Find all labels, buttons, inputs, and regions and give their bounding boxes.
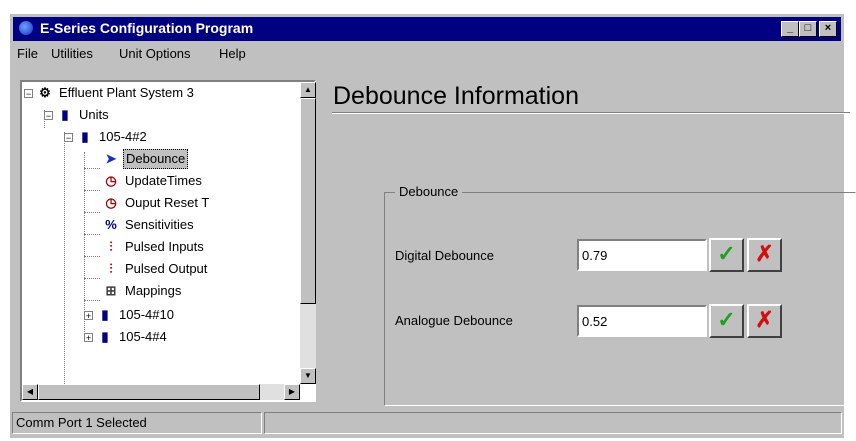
tree-horizontal-scrollbar[interactable]: ◀ ▶ [22,384,300,400]
menu-unit-options[interactable]: Unit Options [119,46,191,61]
collapse-units-icon[interactable]: − [44,111,53,121]
arrow-icon: ➤ [105,151,117,166]
tree-node-unit-105-4-4[interactable]: ▮ 105-4#4 [96,326,169,348]
app-icon [19,21,33,35]
collapse-unit1-icon[interactable]: − [64,133,73,143]
tree-node-debounce[interactable]: ➤ Debounce [102,148,189,170]
groupbox-title: Debounce [395,184,463,199]
digital-confirm-button[interactable]: ✓ [709,238,744,272]
status-bar: Comm Port 1 Selected [10,410,844,434]
analogue-debounce-label: Analogue Debounce [395,313,513,328]
expand-unit2-icon[interactable]: + [84,311,93,321]
window-title: E-Series Configuration Program [40,20,254,36]
details-panel: Debounce Information Debounce Digital De… [330,80,856,406]
header-divider [332,112,850,114]
expand-unit3-icon[interactable]: + [84,333,93,343]
close-button[interactable]: × [819,21,837,37]
tree-node-output-reset[interactable]: ◷ Ouput Reset T [102,192,211,214]
main-window: E-Series Configuration Program _ □ × Fil… [10,14,856,438]
analogue-debounce-input[interactable] [577,305,707,337]
scroll-left-icon[interactable]: ◀ [22,384,38,400]
title-bar[interactable]: E-Series Configuration Program _ □ × [13,17,841,41]
menu-file[interactable]: File [17,46,38,61]
unit-icon: ▮ [101,329,109,344]
unit-tree[interactable]: − ⚙ Effluent Plant System 3 − ▮ Units − ▮ 1… [20,80,316,402]
status-text: Comm Port 1 Selected [12,412,262,434]
plant-icon: ⚙ [39,85,51,100]
tree-node-root[interactable]: ⚙ Effluent Plant System 3 [36,82,196,104]
analogue-confirm-button[interactable]: ✓ [709,304,744,338]
debounce-groupbox: Debounce Digital Debounce ✓ ✗ Analogue D… [384,184,856,406]
digital-debounce-label: Digital Debounce [395,248,495,263]
menu-help[interactable]: Help [219,46,246,61]
pulse-out-icon: ⫶ [109,261,113,276]
tree-node-unit-105-4-10[interactable]: ▮ 105-4#10 [96,304,176,326]
tree-node-pulsed-output[interactable]: ⫶ Pulsed Output [102,258,209,280]
tree-node-unit-105-4-2[interactable]: ▮ 105-4#2 [76,126,149,148]
vertical-scroll-thumb[interactable] [300,98,316,304]
collapse-root-icon[interactable]: − [24,89,33,99]
tree-node-mappings[interactable]: ⊞ Mappings [102,280,183,302]
units-icon: ▮ [61,107,69,122]
clock-icon: ◷ [105,173,117,188]
tree-node-sensitivities[interactable]: % Sensitivities [102,214,196,236]
mapping-icon: ⊞ [105,283,117,298]
tree-node-updatetimes[interactable]: ◷ UpdateTimes [102,170,204,192]
horizontal-scroll-thumb[interactable] [38,384,260,400]
panel-title: Debounce Information [330,82,582,111]
percent-icon: % [105,217,117,232]
digital-debounce-input[interactable] [577,239,707,271]
clock-icon: ◷ [105,195,117,210]
unit-icon: ▮ [101,307,109,322]
status-panel-empty [264,412,842,434]
minimize-button[interactable]: _ [781,21,799,37]
menu-bar: File Utilities Unit Options Help [13,43,841,65]
tree-node-pulsed-inputs[interactable]: ⫶ Pulsed Inputs [102,236,206,258]
tree-vertical-scrollbar[interactable]: ▲ ▼ [300,82,316,384]
analogue-cancel-button[interactable]: ✗ [747,304,782,338]
digital-cancel-button[interactable]: ✗ [747,238,782,272]
tree-node-units[interactable]: ▮ Units [56,104,111,126]
scroll-up-icon[interactable]: ▲ [300,82,316,98]
scroll-down-icon[interactable]: ▼ [300,368,316,384]
menu-utilities[interactable]: Utilities [51,46,93,61]
maximize-button[interactable]: □ [799,21,817,37]
pulse-in-icon: ⫶ [109,239,113,254]
scroll-right-icon[interactable]: ▶ [284,384,300,400]
unit-icon: ▮ [81,129,89,144]
